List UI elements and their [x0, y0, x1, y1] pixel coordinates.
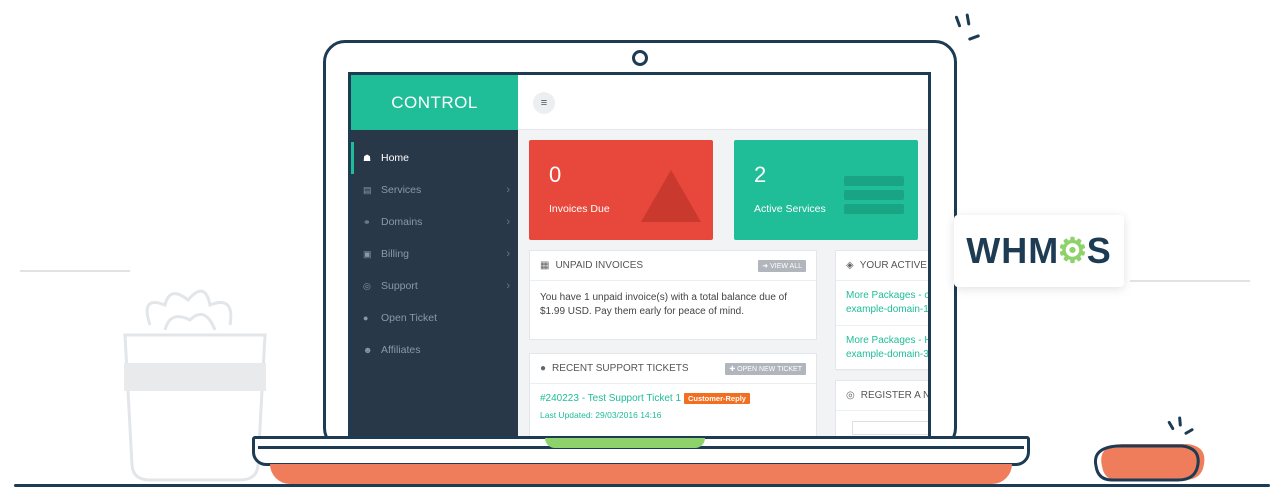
hamburger-icon[interactable]: ≡ [533, 92, 555, 114]
panel-title: REGISTER A NE [860, 390, 931, 401]
whmcs-logo-card: WHM ⚙ S [954, 215, 1124, 287]
trackpad-notch [545, 438, 705, 448]
sidebar-item-label: Billing [381, 248, 410, 260]
invoices-due-tile[interactable]: 0 Invoices Due [529, 140, 713, 240]
register-domain-panel: ◎ REGISTER A NE [835, 380, 931, 436]
mouse-illustration [1093, 444, 1205, 482]
sparkle-mouse-3 [1183, 427, 1195, 436]
panel-title: RECENT SUPPORT TICKETS [552, 363, 689, 374]
panel-title: UNPAID INVOICES [555, 260, 644, 271]
calculator-icon: ▦ [540, 260, 550, 271]
panel-header: ◎ REGISTER A NE [836, 381, 931, 411]
unpaid-invoices-message: You have 1 unpaid invoice(s) with a tota… [540, 292, 788, 317]
top-bar: ≡ [518, 75, 928, 130]
sidebar-item-affiliates[interactable]: ☻ Affiliates [351, 334, 518, 366]
sidebar-item-label: Support [381, 280, 418, 292]
invoices-due-count: 0 [549, 162, 562, 187]
sidebar-item-domains[interactable]: ⚭ Domains › [351, 206, 518, 238]
panel-title: YOUR ACTIVE P [859, 260, 931, 271]
ground-line [14, 484, 1270, 487]
sidebar-item-services[interactable]: ▤ Services › [351, 174, 518, 206]
sparkle-mouse-1 [1167, 420, 1175, 431]
service-item[interactable]: More Packages - H example-domain-3 [836, 326, 928, 371]
money-icon: ▣ [363, 248, 372, 259]
sidebar-item-home[interactable]: ☗ Home [351, 142, 518, 174]
brand-logo[interactable]: CONTROL [351, 75, 518, 130]
ticket-subject-link[interactable]: #240223 - Test Support Ticket 1 [540, 393, 681, 404]
domain-search-input[interactable] [852, 421, 928, 435]
sidebar-item-open-ticket[interactable]: ● Open Ticket [351, 302, 518, 334]
chevron-right-icon: › [506, 216, 510, 228]
active-services-panel: ◈ YOUR ACTIVE P More Packages - c exampl… [835, 250, 931, 371]
panel-header: ▦ UNPAID INVOICES ➜ VIEW ALL [530, 251, 816, 281]
sparkle-left-3 [967, 34, 981, 41]
whmcs-logo: WHM ⚙ S [966, 230, 1112, 271]
warning-icon [641, 170, 701, 222]
sidebar-item-label: Home [381, 152, 410, 164]
lifebuoy-icon: ◎ [363, 280, 371, 291]
chevron-right-icon: › [506, 248, 510, 260]
view-all-button[interactable]: ➜ VIEW ALL [758, 260, 806, 272]
sidebar-item-billing[interactable]: ▣ Billing › [351, 238, 518, 270]
panel-header: ● RECENT SUPPORT TICKETS ✚ OPEN NEW TICK… [530, 354, 816, 384]
home-icon: ☗ [363, 152, 372, 163]
open-new-ticket-button[interactable]: ✚ OPEN NEW TICKET [725, 363, 806, 375]
globe-icon: ◎ [846, 390, 855, 401]
chevron-right-icon: › [506, 184, 510, 196]
sidebar-item-support[interactable]: ◎ Support › [351, 270, 518, 302]
ticket-row[interactable]: #240223 - Test Support Ticket 1 Customer-… [530, 384, 816, 432]
support-tickets-panel: ● RECENT SUPPORT TICKETS ✚ OPEN NEW TICK… [529, 353, 817, 436]
ticket-status-badge: Customer-Reply [684, 393, 750, 404]
decorative-line-right [1130, 280, 1250, 282]
sidebar-item-label: Services [381, 184, 422, 196]
unpaid-invoices-panel: ▦ UNPAID INVOICES ➜ VIEW ALL You have 1 … [529, 250, 817, 340]
sidebar-item-label: Affiliates [381, 344, 421, 356]
invoices-due-label: Invoices Due [549, 203, 610, 215]
sidebar: CONTROL ☗ Home ▤ Services › ⚭ Domains › … [351, 75, 518, 436]
service-item[interactable]: More Packages - c example-domain-1 [836, 281, 928, 326]
sidebar-nav: ☗ Home ▤ Services › ⚭ Domains › ▣ Billin… [351, 130, 518, 366]
comments-icon: ● [540, 363, 547, 374]
cube-icon: ◈ [846, 260, 854, 271]
server-icon: ▤ [363, 184, 372, 195]
webcam-icon [632, 50, 648, 66]
laptop-base-shadow [270, 464, 1012, 484]
sparkle-left-1 [954, 15, 962, 28]
link-icon: ⚭ [363, 216, 371, 227]
users-icon: ☻ [363, 345, 373, 355]
sidebar-item-label: Open Ticket [381, 312, 438, 324]
comment-icon: ● [363, 313, 369, 323]
chevron-right-icon: › [506, 280, 510, 292]
gear-icon: ⚙ [1057, 232, 1089, 270]
dashboard-screen: CONTROL ☗ Home ▤ Services › ⚭ Domains › … [348, 72, 931, 436]
sidebar-item-label: Domains [381, 216, 423, 228]
ticket-last-updated: Last Updated: 29/03/2016 14:16 [540, 410, 662, 420]
decorative-line-left [20, 270, 130, 272]
active-services-label: Active Services [754, 203, 826, 215]
sparkle-left-2 [965, 13, 971, 26]
panel-header: ◈ YOUR ACTIVE P [836, 251, 931, 281]
active-services-tile[interactable]: 2 Active Services [734, 140, 918, 240]
active-services-count: 2 [754, 162, 767, 187]
sparkle-mouse-2 [1178, 416, 1182, 427]
